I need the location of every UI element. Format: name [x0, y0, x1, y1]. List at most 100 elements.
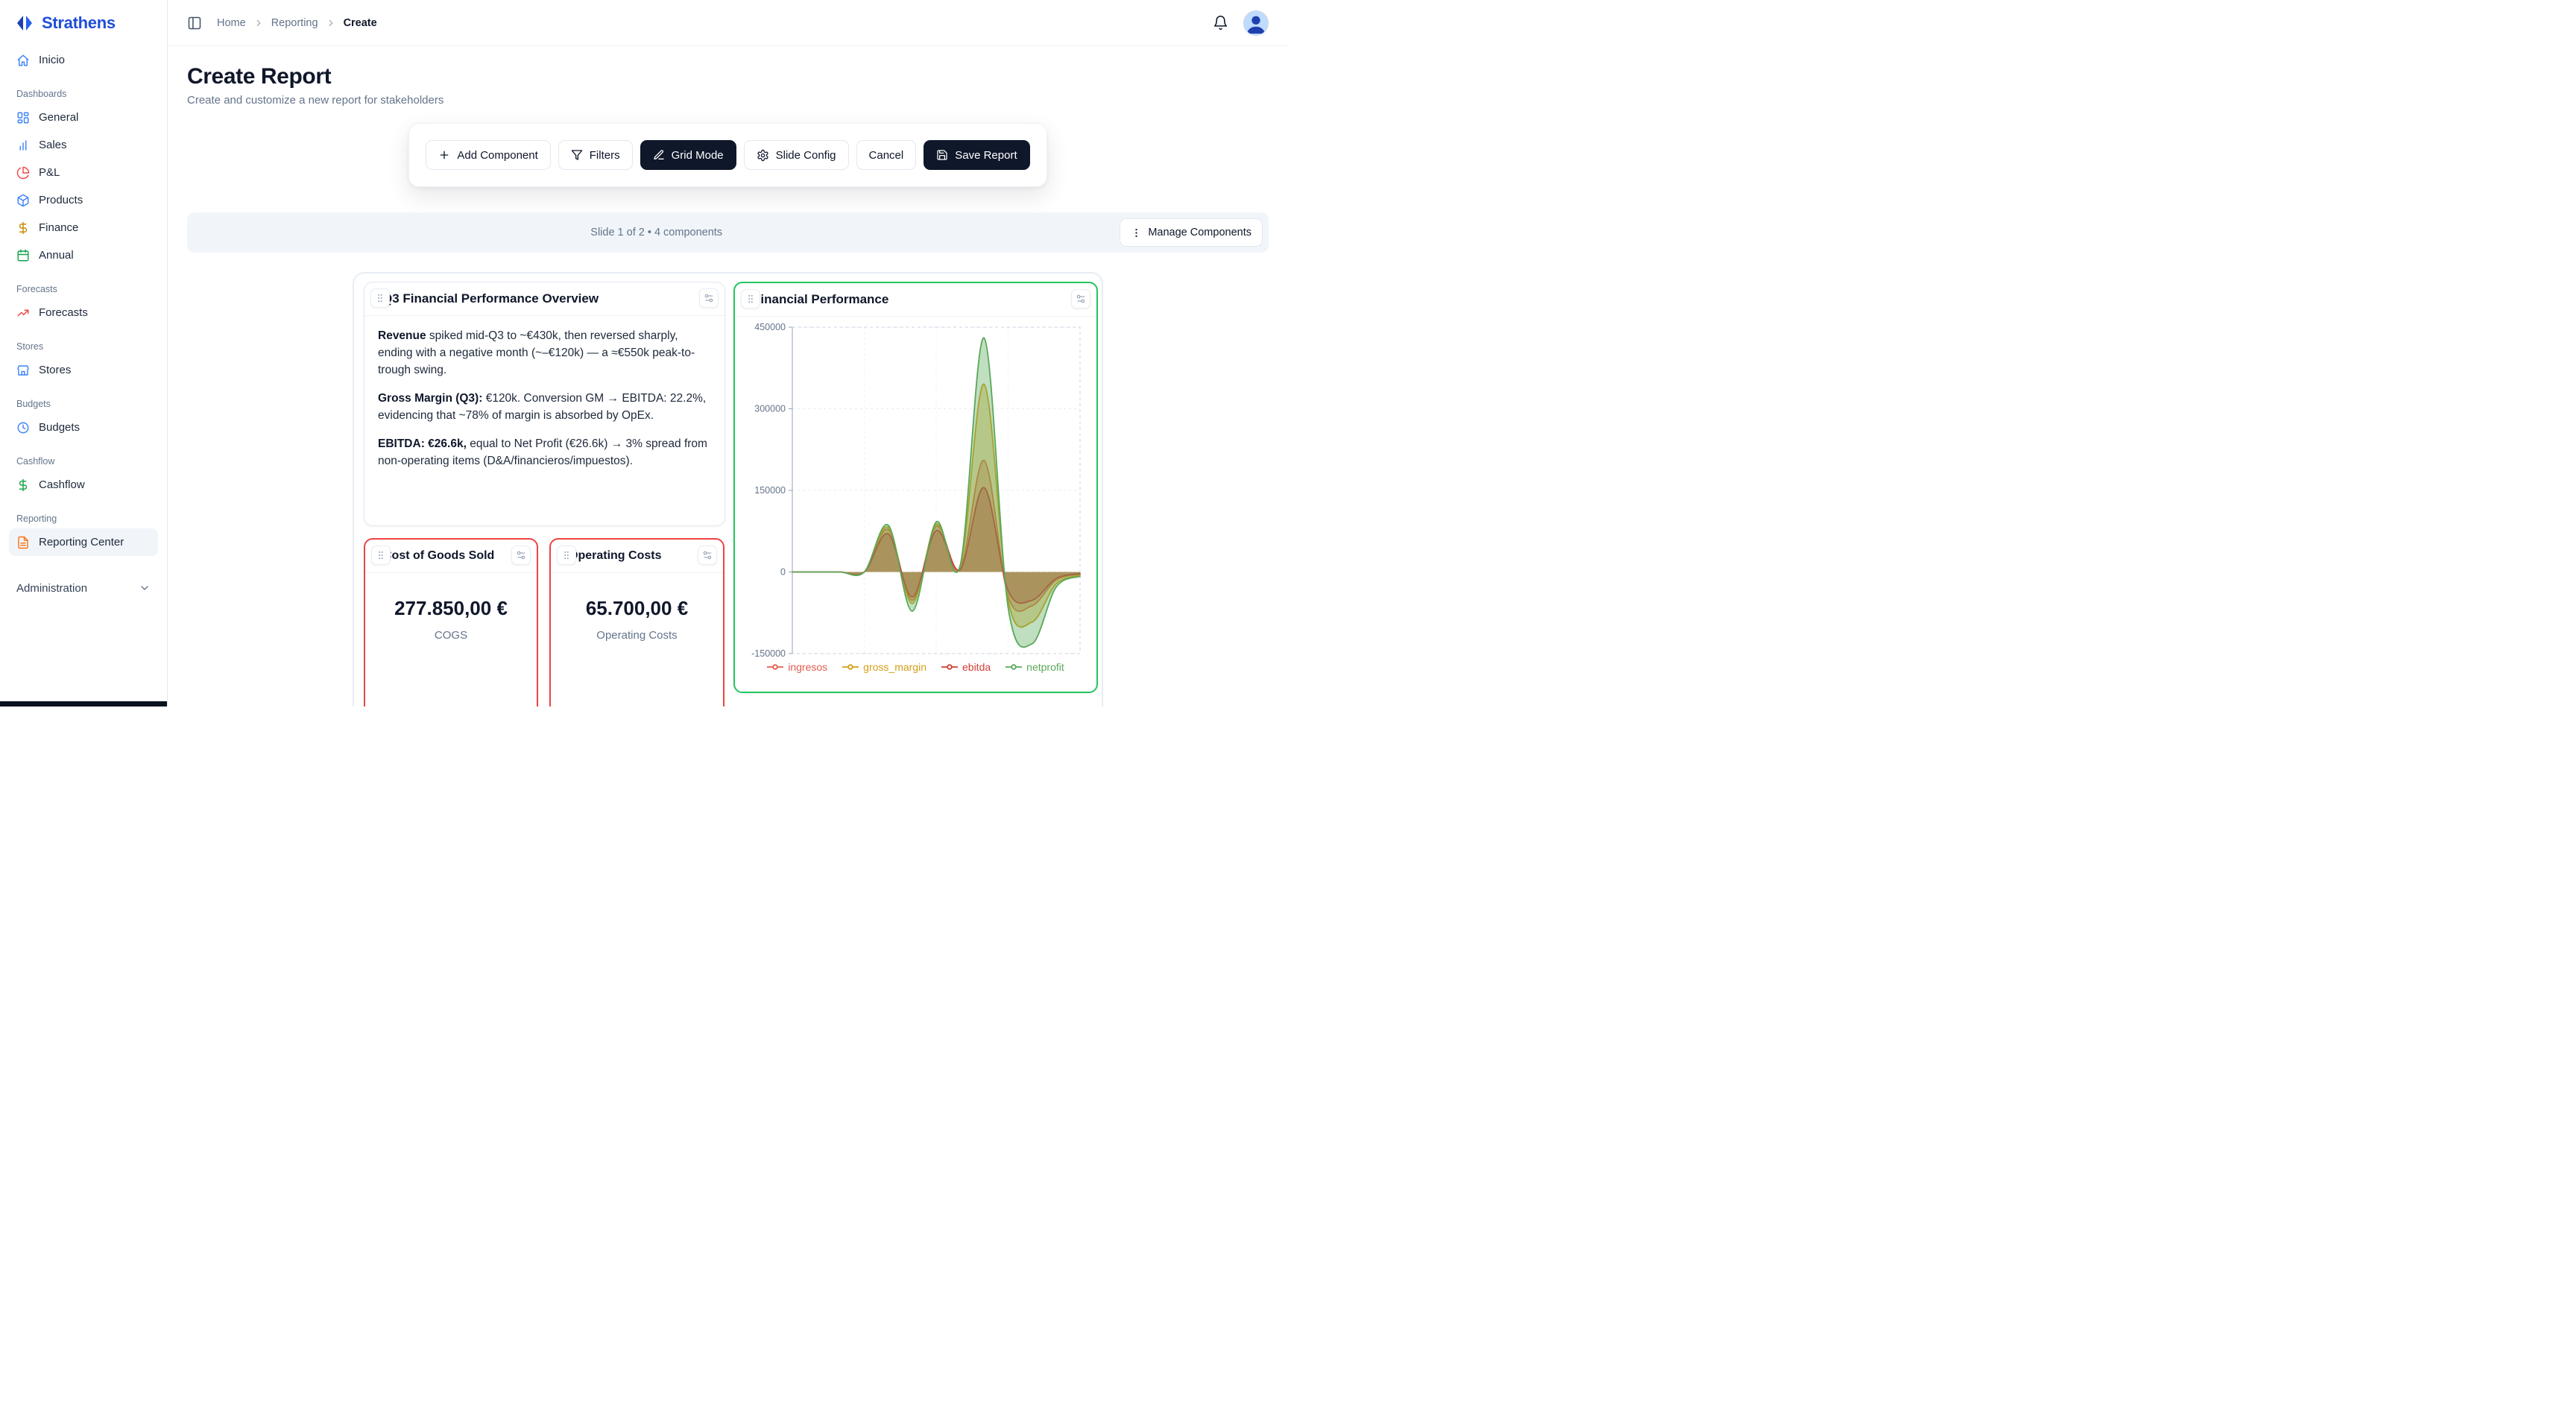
filter-funnel-icon [571, 149, 583, 161]
slide-config-button[interactable]: Slide Config [744, 140, 849, 170]
legend-item-ebitda[interactable]: ebitda [941, 661, 991, 673]
section-label-cashflow: Cashflow [16, 456, 151, 467]
svg-text:300000: 300000 [754, 404, 786, 414]
section-label-dashboards: Dashboards [16, 89, 151, 99]
sidebar-item-sales[interactable]: Sales [9, 131, 158, 159]
bar-chart-icon [16, 139, 30, 152]
sidebar-toggle-icon[interactable] [187, 16, 202, 31]
content: Create Report Create and customize a new… [168, 46, 1288, 706]
section-label-reporting: Reporting [16, 513, 151, 524]
report-toolbar: Add Component Filters Grid Mode [408, 123, 1046, 187]
sidebar-bottom-bar [0, 701, 167, 706]
kebab-menu-icon [1131, 227, 1142, 238]
home-icon [16, 54, 30, 67]
sidebar-item-reporting-center[interactable]: Reporting Center [9, 528, 158, 556]
sidebar-item-administration[interactable]: Administration [9, 574, 158, 602]
cancel-button[interactable]: Cancel [856, 140, 917, 170]
add-component-button[interactable]: Add Component [426, 140, 550, 170]
breadcrumb-create: Create [344, 17, 377, 29]
slide-status-bar: Slide 1 of 2 • 4 components Manage Compo… [187, 212, 1269, 253]
slide-status-text: Slide 1 of 2 • 4 components [193, 227, 1120, 238]
drag-handle-icon[interactable] [370, 288, 390, 308]
svg-text:0: 0 [780, 567, 786, 578]
page-subtitle: Create and customize a new report for st… [187, 94, 1269, 107]
trending-up-icon [16, 306, 30, 320]
section-label-stores: Stores [16, 341, 151, 352]
metric-label: Operating Costs [551, 629, 723, 642]
sidebar-item-forecasts[interactable]: Forecasts [9, 299, 158, 326]
component-financial-chart: Financial Performance 450000300000150000… [733, 282, 1098, 693]
component-settings-icon[interactable] [1071, 289, 1090, 309]
sidebar-item-inicio[interactable]: Inicio [9, 46, 158, 74]
sidebar-item-stores[interactable]: Stores [9, 356, 158, 384]
text-paragraphs: Revenue spiked mid-Q3 to ~€430k, then re… [364, 316, 724, 482]
grid-mode-button[interactable]: Grid Mode [640, 140, 736, 170]
dashboard-grid-icon [16, 111, 30, 124]
manage-components-button[interactable]: Manage Components [1120, 218, 1263, 247]
gear-icon [757, 149, 769, 162]
component-header: Financial Performance [735, 283, 1096, 317]
slide-canvas: Q3 Financial Performance Overview Revenu… [353, 272, 1103, 706]
legend-item-gross_margin[interactable]: gross_margin [842, 661, 926, 673]
component-settings-icon[interactable] [698, 546, 717, 565]
legend-item-netprofit[interactable]: netprofit [1006, 661, 1064, 673]
component-header: Q3 Financial Performance Overview [364, 282, 724, 316]
sidebar-item-cashflow[interactable]: Cashflow [9, 471, 158, 499]
plus-icon [438, 149, 450, 161]
topbar: Home Reporting Create [168, 0, 1288, 46]
page-title: Create Report [187, 64, 1269, 89]
svg-text:150000: 150000 [754, 485, 786, 496]
sidebar-item-annual[interactable]: Annual [9, 241, 158, 269]
metric-label: COGS [365, 629, 537, 642]
legend-item-ingresos[interactable]: ingresos [767, 661, 827, 673]
save-report-button[interactable]: Save Report [924, 140, 1029, 170]
pencil-icon [653, 149, 665, 161]
sidebar-item-products[interactable]: Products [9, 186, 158, 214]
store-icon [16, 364, 30, 377]
topbar-right [1213, 10, 1269, 36]
svg-text:-150000: -150000 [751, 648, 786, 659]
component-header: Cost of Goods Sold [365, 540, 537, 573]
user-avatar[interactable] [1243, 10, 1269, 36]
strathens-logo-icon [15, 13, 34, 33]
calendar-icon [16, 249, 30, 262]
sidebar-item-budgets[interactable]: Budgets [9, 414, 158, 441]
chevron-down-icon [139, 582, 151, 594]
breadcrumb-home[interactable]: Home [217, 17, 246, 29]
brand[interactable]: Strathens [9, 0, 158, 46]
sidebar-item-finance[interactable]: Finance [9, 214, 158, 241]
component-settings-icon[interactable] [699, 288, 719, 308]
app-window: Strathens Inicio Dashboards General Sale… [0, 0, 1288, 706]
breadcrumb: Home Reporting Create [217, 17, 377, 29]
sidebar-item-pnl[interactable]: P&L [9, 159, 158, 186]
drag-handle-icon[interactable] [371, 546, 391, 565]
pie-chart-icon [16, 166, 30, 180]
sidebar: Strathens Inicio Dashboards General Sale… [0, 0, 168, 706]
component-cogs-metric: Cost of Goods Sold 277.850,00 € COGS [364, 538, 538, 706]
drag-handle-icon[interactable] [557, 546, 576, 565]
chevron-right-icon [253, 18, 264, 28]
sidebar-item-general[interactable]: General [9, 104, 158, 131]
section-label-budgets: Budgets [16, 399, 151, 409]
component-opex-metric: Operating Costs 65.700,00 € Operating Co… [549, 538, 724, 706]
clock-icon [16, 421, 30, 434]
report-file-icon [16, 536, 30, 549]
filters-button[interactable]: Filters [558, 140, 633, 170]
notifications-bell-icon[interactable] [1213, 15, 1228, 31]
component-settings-icon[interactable] [511, 546, 531, 565]
main-area: Home Reporting Create Create [168, 0, 1288, 706]
metric-value: 277.850,00 € [365, 597, 537, 620]
metric-value: 65.700,00 € [551, 597, 723, 620]
package-icon [16, 194, 30, 207]
brand-name: Strathens [42, 13, 116, 33]
component-title: Financial Performance [753, 291, 1064, 308]
component-title: Q3 Financial Performance Overview [382, 291, 692, 307]
dollar-icon [16, 478, 30, 492]
component-header: Operating Costs [551, 540, 723, 573]
chart-legend: ingresos gross_margin ebitda netprofit [735, 661, 1096, 673]
breadcrumb-reporting[interactable]: Reporting [271, 17, 318, 29]
area-chart: 4500003000001500000-150000 [735, 317, 1096, 660]
drag-handle-icon[interactable] [741, 289, 760, 309]
component-text-overview: Q3 Financial Performance Overview Revenu… [364, 282, 725, 526]
component-title: Operating Costs [569, 548, 690, 564]
